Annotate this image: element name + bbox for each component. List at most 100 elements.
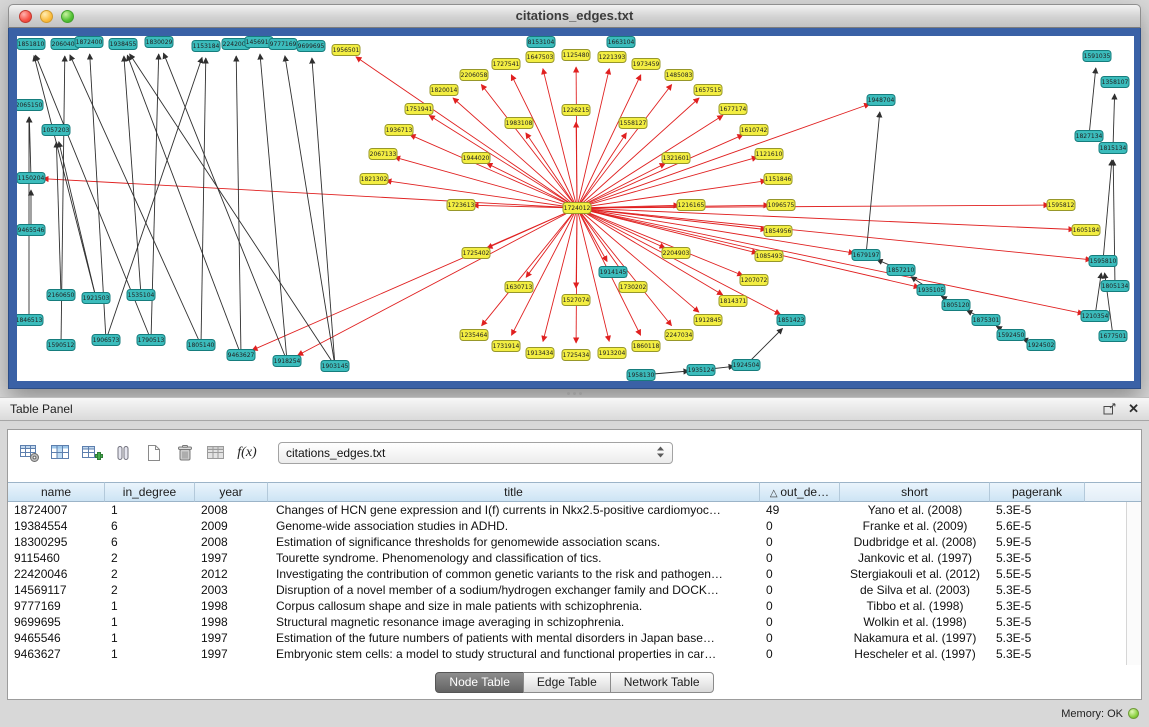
close-panel-icon[interactable]: ✕	[1128, 401, 1139, 417]
network-node[interactable]: 1973459	[632, 59, 660, 70]
window-close-button[interactable]	[19, 10, 32, 23]
function-builder-button[interactable]: f(x)	[233, 440, 261, 466]
network-node[interactable]: 1727541	[492, 59, 520, 70]
table-settings-button[interactable]	[16, 440, 44, 466]
network-node[interactable]: 1590512	[47, 340, 75, 351]
panel-splitter[interactable]	[560, 391, 590, 396]
network-node[interactable]: 1936713	[385, 125, 413, 136]
column-header-name[interactable]: name	[8, 482, 105, 502]
network-node[interactable]: 1921503	[82, 293, 110, 304]
network-node[interactable]: 1358107	[1101, 77, 1129, 88]
table-row[interactable]: 1456911722003Disruption of a novel membe…	[8, 582, 1141, 598]
network-node[interactable]: 1935105	[917, 285, 945, 296]
table-row[interactable]: 1938455462009Genome-wide association stu…	[8, 518, 1141, 534]
network-node[interactable]: 1814371	[719, 296, 747, 307]
network-node[interactable]: 1226215	[562, 105, 590, 116]
column-header-short[interactable]: short	[840, 482, 990, 502]
table-row[interactable]: 1830029562008Estimation of significance …	[8, 534, 1141, 550]
network-node[interactable]: 1677501	[1099, 331, 1127, 342]
column-header-year[interactable]: year	[195, 482, 268, 502]
tab-network-table[interactable]: Network Table	[610, 672, 714, 693]
network-node[interactable]: 1210354	[1081, 311, 1109, 322]
network-node[interactable]: 1903145	[321, 361, 349, 372]
table-row[interactable]: 2242004622012Investigating the contribut…	[8, 566, 1141, 582]
float-panel-icon[interactable]	[1103, 403, 1117, 415]
network-node[interactable]: 1723613	[447, 200, 475, 211]
network-node[interactable]: 1595810	[1089, 256, 1117, 267]
network-node[interactable]: 1592450	[997, 330, 1025, 341]
network-node[interactable]: 1057203	[42, 125, 70, 136]
new-file-button[interactable]	[140, 440, 168, 466]
network-node[interactable]: 1857210	[887, 265, 915, 276]
network-node[interactable]: 1605184	[1072, 225, 1100, 236]
network-node[interactable]: 1913204	[598, 348, 626, 359]
network-node[interactable]: 1321601	[662, 153, 690, 164]
network-node[interactable]: 1535104	[127, 290, 155, 301]
tab-edge-table[interactable]: Edge Table	[523, 672, 611, 693]
network-node[interactable]: 1151846	[764, 174, 792, 185]
network-node[interactable]: 1153184	[192, 41, 220, 52]
network-node[interactable]: 1663104	[607, 37, 635, 48]
network-node[interactable]: 1938455	[109, 39, 137, 50]
network-node[interactable]: 1630713	[505, 282, 533, 293]
network-node[interactable]: 1830029	[145, 37, 173, 48]
network-node[interactable]: 1610742	[740, 125, 768, 136]
table-row[interactable]: 946362711997Embryonic stem cells: a mode…	[8, 646, 1141, 662]
table-selector-dropdown[interactable]: citations_edges.txt	[278, 442, 673, 464]
network-node[interactable]: 1872400	[75, 37, 103, 48]
network-node[interactable]: 1821302	[360, 174, 388, 185]
network-node[interactable]: 1913434	[526, 348, 554, 359]
network-node[interactable]: 1944020	[462, 153, 490, 164]
network-node[interactable]: 1815134	[1099, 143, 1127, 154]
network-node[interactable]: 1935124	[687, 365, 715, 376]
import-table-button[interactable]	[202, 440, 230, 466]
network-node[interactable]: 1851423	[777, 315, 805, 326]
network-node[interactable]: 9465546	[17, 225, 45, 236]
network-node[interactable]: 1085493	[755, 251, 783, 262]
table-row[interactable]: 946554611997Estimation of the future num…	[8, 630, 1141, 646]
network-hub-node[interactable]: 1724012	[563, 203, 591, 214]
network-node[interactable]: 1558127	[619, 118, 647, 129]
network-node[interactable]: 1827134	[1075, 131, 1103, 142]
vertical-scrollbar[interactable]	[1126, 502, 1141, 665]
table-row[interactable]: 977716911998Corpus callosum shape and si…	[8, 598, 1141, 614]
network-node[interactable]: 1679197	[852, 250, 880, 261]
network-node[interactable]: 1150204	[17, 173, 45, 184]
network-node[interactable]: 1751941	[405, 104, 433, 115]
network-node[interactable]: 1983108	[505, 118, 533, 129]
network-node[interactable]: 1527074	[562, 295, 590, 306]
column-header-out-de-[interactable]: △ out_de…	[760, 482, 840, 502]
network-node[interactable]: 1725434	[562, 350, 590, 361]
network-node[interactable]: 1924504	[732, 360, 760, 371]
network-node[interactable]: 1805140	[187, 340, 215, 351]
window-titlebar[interactable]: citations_edges.txt	[8, 4, 1141, 28]
network-node[interactable]: 1854956	[764, 226, 792, 237]
network-node[interactable]: 1790513	[137, 335, 165, 346]
column-header-title[interactable]: title	[268, 482, 760, 502]
network-node[interactable]: 2247034	[665, 330, 693, 341]
network-node[interactable]: 1647503	[526, 52, 554, 63]
new-column-button[interactable]	[78, 440, 106, 466]
network-node[interactable]: 1958130	[627, 370, 655, 381]
table-row[interactable]: 969969511998Structural magnetic resonanc…	[8, 614, 1141, 630]
network-node[interactable]: 1677174	[719, 104, 747, 115]
network-node[interactable]: 2206058	[460, 70, 488, 81]
network-node[interactable]: 1725402	[462, 248, 490, 259]
window-zoom-button[interactable]	[61, 10, 74, 23]
network-node[interactable]: 1846513	[17, 315, 43, 326]
table-row[interactable]: 1872400712008Changes of HCN gene express…	[8, 502, 1141, 518]
network-node[interactable]: 9463627	[227, 350, 255, 361]
network-node[interactable]: 1657515	[694, 85, 722, 96]
network-node[interactable]: 1912845	[694, 315, 722, 326]
network-node[interactable]: 1948704	[867, 95, 895, 106]
network-node[interactable]: 1820014	[430, 85, 458, 96]
network-node[interactable]: 1906573	[92, 335, 120, 346]
network-node[interactable]: 2065150	[17, 100, 43, 111]
window-minimize-button[interactable]	[40, 10, 53, 23]
show-columns-button[interactable]	[47, 440, 75, 466]
network-node[interactable]: 1805120	[942, 300, 970, 311]
network-node[interactable]: 1216165	[677, 200, 705, 211]
network-node[interactable]: 2204903	[662, 248, 690, 259]
network-node[interactable]: 1914145	[599, 267, 627, 278]
network-node[interactable]: 1207072	[740, 275, 768, 286]
